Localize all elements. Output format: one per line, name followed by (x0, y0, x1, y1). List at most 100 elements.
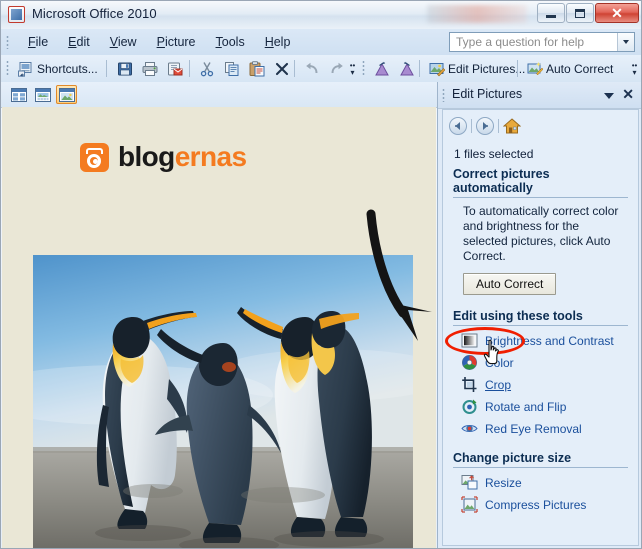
toolbar-drag-grip-1[interactable] (6, 60, 9, 77)
edit-pictures-icon (429, 61, 446, 77)
paste-button[interactable] (245, 58, 269, 79)
toolbar-overflow-button-1[interactable]: •• ▾ (347, 58, 358, 79)
logo-text-dark: blog (118, 141, 175, 172)
menu-drag-grip[interactable] (6, 35, 9, 49)
print-icon (142, 61, 158, 77)
tool-label-brightness: Brightness and Contrast (485, 333, 614, 348)
blogernas-logo: blogernas (80, 141, 247, 173)
menu-file[interactable]: File (18, 32, 58, 52)
shortcuts-label: Shortcuts... (37, 61, 98, 76)
cut-button[interactable] (195, 58, 219, 79)
tool-rotate-and-flip[interactable]: Rotate and Flip (461, 398, 630, 415)
edit-pictures-button[interactable]: Edit Pictures... (425, 58, 529, 79)
files-selected-label: 1 files selected (454, 147, 534, 161)
copy-icon (224, 61, 240, 77)
rotate-flip-icon (461, 398, 478, 415)
single-picture-view-button[interactable] (56, 85, 77, 104)
penguin-photo[interactable] (33, 255, 413, 548)
brightness-contrast-icon (461, 332, 478, 349)
window-controls: ✕ (537, 3, 639, 23)
edit-pictures-label: Edit Pictures... (448, 61, 526, 76)
red-eye-icon (461, 420, 478, 437)
menu-help[interactable]: Help (255, 32, 301, 52)
toolbar-separator-5 (517, 60, 518, 77)
delete-x-icon (274, 61, 290, 77)
auto-correct-panel-button[interactable]: Auto Correct (463, 273, 557, 295)
menu-file-rest: ile (35, 35, 49, 49)
maximize-button[interactable] (566, 3, 594, 23)
back-button[interactable] (449, 116, 467, 135)
home-icon (502, 117, 522, 133)
task-pane-dropdown-icon[interactable] (604, 93, 614, 99)
tool-resize[interactable]: Resize (461, 474, 630, 491)
redo-icon (329, 61, 345, 77)
tool-red-eye-removal[interactable]: Red Eye Removal (461, 420, 630, 437)
email-icon (167, 61, 183, 77)
overflow-caret-2: ▾ (632, 67, 637, 77)
email-button[interactable] (163, 58, 187, 79)
tool-label-red-eye: Red Eye Removal (485, 421, 582, 436)
print-button[interactable] (138, 58, 162, 79)
thumbnail-view-button[interactable] (8, 85, 29, 104)
task-pane-header: Edit Pictures ✕ (438, 82, 641, 109)
task-pane-body: 1 files selected Correct pictures automa… (442, 109, 639, 546)
menu-view[interactable]: View (100, 32, 147, 52)
nav-separator-1 (471, 118, 472, 133)
application-window: Microsoft Office 2010 ✕ File Edit View P… (0, 0, 642, 549)
section-heading-correct: Correct pictures automatically (453, 167, 628, 198)
auto-correct-description: To automatically correct color and brigh… (463, 204, 619, 263)
menu-tools[interactable]: Tools (206, 32, 255, 52)
menu-picture[interactable]: Picture (147, 32, 206, 52)
task-pane-close-icon[interactable]: ✕ (622, 87, 634, 101)
back-icon (455, 121, 460, 130)
crop-icon (461, 376, 478, 393)
help-dropdown-button[interactable] (617, 33, 634, 51)
help-search-box[interactable]: Type a question for help (449, 32, 635, 52)
minimize-button[interactable] (537, 3, 565, 23)
filmstrip-view-button[interactable] (32, 85, 53, 104)
title-bar: Microsoft Office 2010 ✕ (1, 1, 641, 30)
menu-edit[interactable]: Edit (58, 32, 100, 52)
logo-inner-dot (92, 159, 98, 164)
rotate-right-icon (399, 61, 415, 77)
rotate-right-button[interactable] (395, 58, 419, 79)
close-button[interactable]: ✕ (595, 3, 639, 23)
hand-pointer-cursor (483, 339, 499, 365)
cut-icon (199, 61, 215, 77)
logo-text-accent: ernas (174, 141, 247, 172)
resize-icon (461, 474, 478, 491)
picture-canvas[interactable]: blogernas (2, 107, 436, 548)
tool-label-rotate: Rotate and Flip (485, 399, 567, 414)
toolbar-drag-grip-2[interactable] (362, 60, 365, 77)
toolbar-overflow-button-2[interactable]: •• ▾ (629, 58, 640, 79)
tool-compress-pictures[interactable]: Compress Pictures (461, 496, 630, 513)
window-title: Microsoft Office 2010 (32, 6, 157, 21)
forward-icon (483, 121, 488, 130)
tool-label-compress: Compress Pictures (485, 497, 587, 512)
task-pane-content: 1 files selected Correct pictures automa… (443, 147, 638, 513)
tool-crop[interactable]: Crop (461, 376, 630, 393)
save-button[interactable] (113, 58, 137, 79)
blogernas-logo-mark-icon (80, 142, 109, 172)
redo-button[interactable] (325, 58, 349, 79)
color-wheel-icon (461, 354, 478, 371)
task-pane: Edit Pictures ✕ 1 files selected Correct… (437, 82, 641, 548)
app-icon (8, 6, 25, 23)
compress-icon (461, 496, 478, 513)
save-icon (117, 61, 133, 77)
auto-correct-button[interactable]: Auto Correct (523, 58, 617, 79)
forward-button[interactable] (476, 116, 494, 135)
delete-button[interactable] (270, 58, 294, 79)
task-pane-drag-grip[interactable] (442, 88, 445, 102)
blogernas-logo-text: blogernas (118, 141, 247, 173)
overflow-caret: ▾ (350, 67, 355, 77)
help-search-placeholder: Type a question for help (456, 35, 585, 49)
home-button[interactable] (502, 117, 522, 134)
copy-button[interactable] (220, 58, 244, 79)
shortcuts-button[interactable]: Shortcuts... (14, 58, 102, 79)
close-icon: ✕ (611, 4, 623, 21)
undo-icon (304, 61, 320, 77)
rotate-left-button[interactable] (370, 58, 394, 79)
thumbnail-view-icon (10, 87, 27, 102)
undo-button[interactable] (300, 58, 324, 79)
